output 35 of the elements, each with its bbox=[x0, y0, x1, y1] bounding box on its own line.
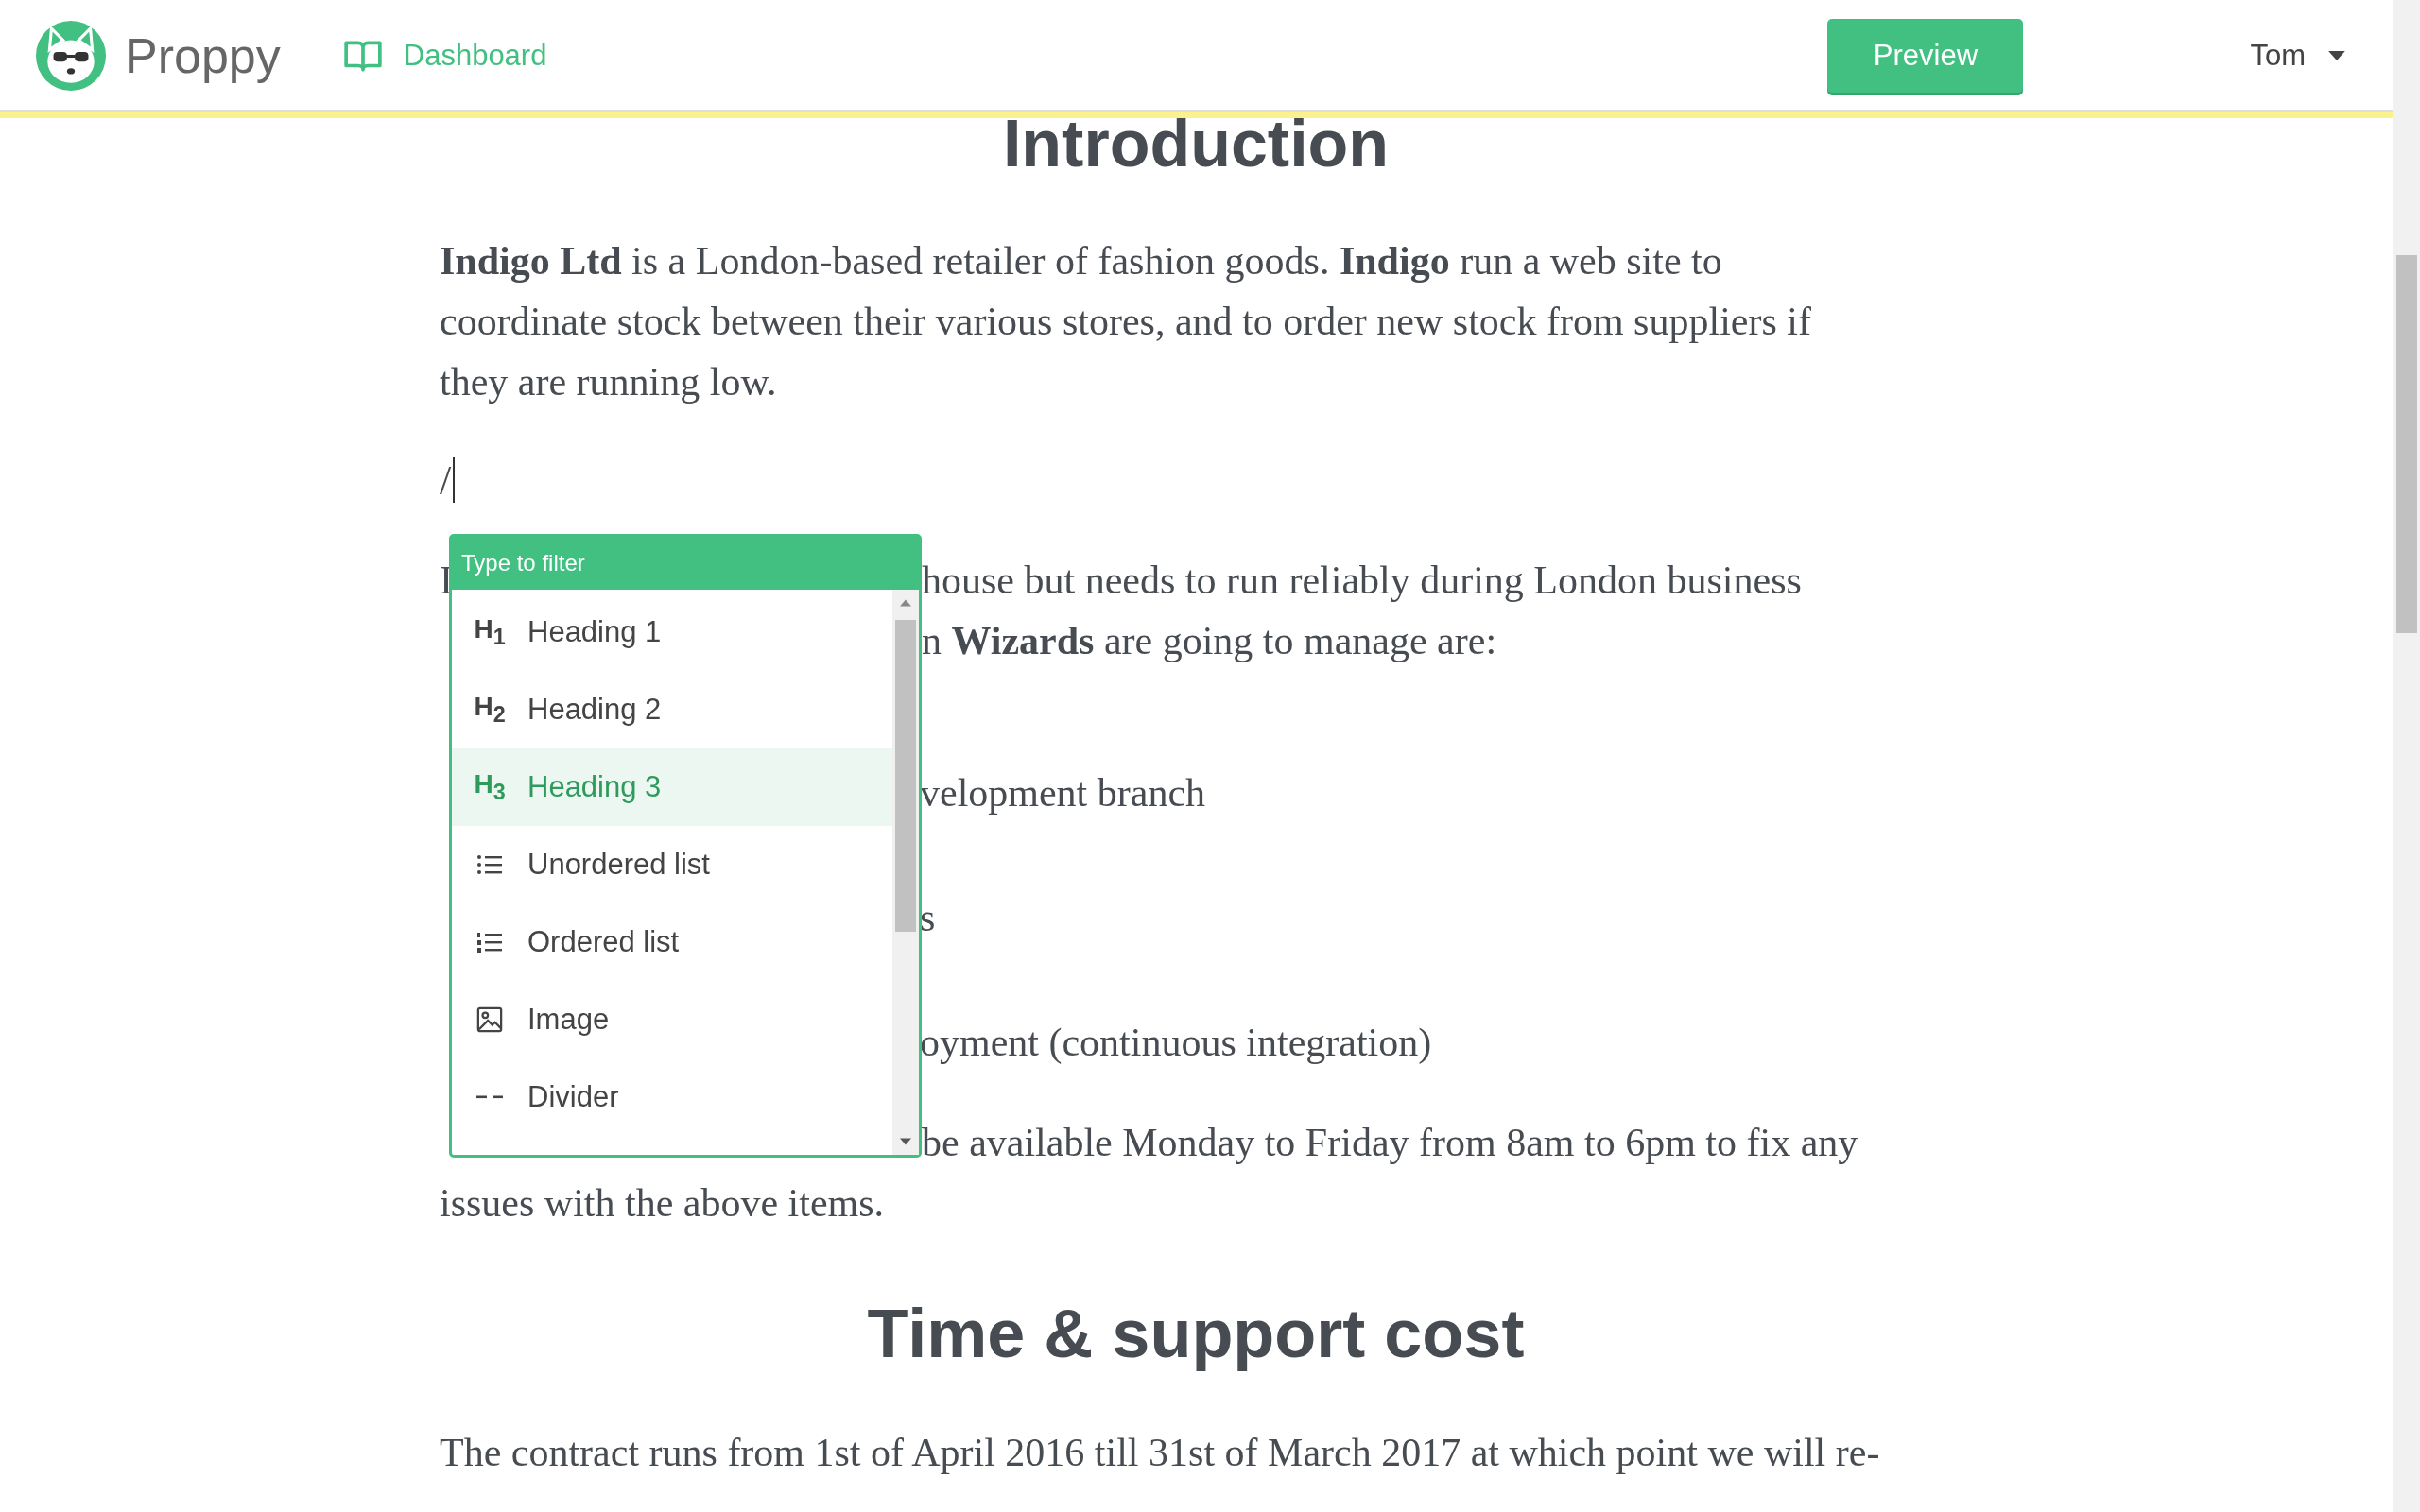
book-icon bbox=[342, 39, 383, 73]
section-heading: Introduction bbox=[1001, 106, 1391, 181]
scrollbar[interactable] bbox=[892, 590, 919, 1155]
scroll-down-icon[interactable] bbox=[900, 1138, 911, 1145]
divider-icon bbox=[475, 1094, 504, 1100]
text-fragment: I bbox=[440, 558, 453, 604]
list-item-text: s bbox=[920, 896, 936, 939]
menu-item[interactable]: Image bbox=[452, 981, 892, 1058]
heading-icon: H$_{3}$ bbox=[474, 769, 506, 805]
user-menu[interactable]: Tom bbox=[2250, 39, 2345, 73]
app-name: Proppy bbox=[125, 27, 281, 84]
menu-item[interactable]: H$_{1}$ Heading 1 bbox=[452, 593, 892, 671]
text-fragment: house but needs to run reliably during London business bbox=[922, 558, 1802, 604]
heading-icon: H$_{2}$ bbox=[474, 692, 506, 728]
list-item-text: oyment (continuous integration) bbox=[920, 1021, 1432, 1064]
editor-input[interactable]: / bbox=[440, 455, 452, 505]
caret-icon bbox=[2328, 50, 2345, 61]
paragraph: Indigo Ltd is a London-based retailer of fashion goods. Indigo run a web site to coordinate stock between their various stores, and to order new stock from suppliers if they are running low. bbox=[440, 238, 1812, 405]
text-cursor bbox=[453, 457, 456, 503]
scrollbar[interactable] bbox=[2393, 0, 2420, 1512]
text-fragment: issues with the above items. bbox=[440, 1180, 885, 1227]
logo-icon bbox=[36, 21, 106, 91]
menu-item[interactable]: Unordered list bbox=[452, 826, 892, 903]
image-icon bbox=[475, 1006, 504, 1033]
filter-field[interactable]: Type to filter bbox=[452, 537, 919, 590]
scroll-up-icon[interactable] bbox=[900, 599, 911, 607]
list-item-text: velopment branch bbox=[920, 771, 1206, 815]
paragraph: The contract runs from 1st of April 2016 till 31st of March 2017 at which point we will re- bbox=[440, 1430, 1881, 1476]
section-heading: Time & support cost bbox=[866, 1295, 1526, 1373]
menu-item[interactable]: Divider bbox=[452, 1058, 892, 1136]
text-fragment: n Wizards are going to manage are: bbox=[922, 618, 1497, 664]
heading-icon: H$_{1}$ bbox=[474, 614, 506, 650]
text-fragment: be available Monday to Friday from 8am to 6pm to fix any bbox=[922, 1120, 1858, 1166]
menu-item[interactable]: H$_{2}$ Heading 2 bbox=[452, 671, 892, 748]
menu-item[interactable]: Ordered list bbox=[452, 903, 892, 981]
